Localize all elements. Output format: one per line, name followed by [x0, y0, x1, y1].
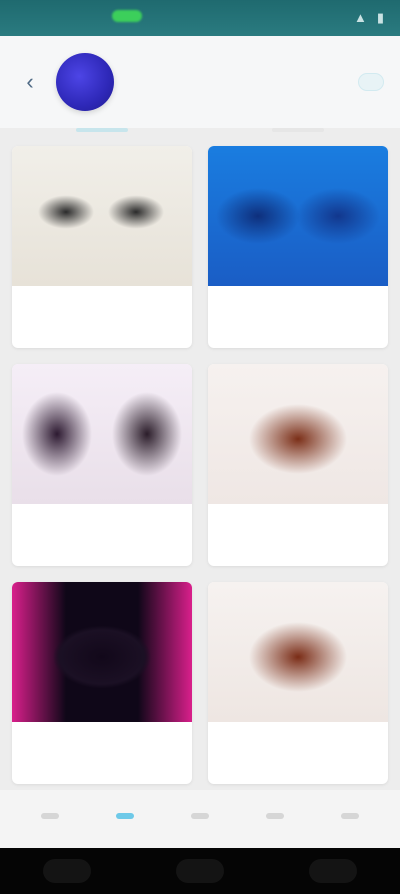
- back-button[interactable]: ‹: [16, 68, 44, 96]
- product-image: [208, 364, 388, 504]
- status-indicator: [112, 10, 142, 22]
- product-info: [12, 286, 192, 348]
- follow-button[interactable]: [358, 73, 384, 91]
- system-recents-button[interactable]: [309, 859, 358, 883]
- product-info: [208, 286, 388, 348]
- tab-left[interactable]: [76, 128, 128, 132]
- product-image: [12, 146, 192, 286]
- product-card[interactable]: [12, 364, 192, 566]
- title-block: [126, 79, 358, 85]
- system-back-button[interactable]: [42, 859, 91, 883]
- bottom-nav-item[interactable]: [243, 798, 307, 840]
- product-card[interactable]: [12, 582, 192, 784]
- product-caption: [22, 514, 182, 546]
- product-card[interactable]: [208, 582, 388, 784]
- product-caption: [218, 732, 378, 764]
- product-info: [12, 722, 192, 784]
- product-image: [208, 582, 388, 722]
- bottom-nav-item[interactable]: [168, 798, 232, 840]
- product-grid: [12, 146, 388, 784]
- system-home-button[interactable]: [175, 859, 224, 883]
- product-info: [208, 722, 388, 784]
- product-info: [12, 504, 192, 566]
- bottom-nav-item[interactable]: [318, 798, 382, 840]
- product-card[interactable]: [208, 146, 388, 348]
- product-caption: [218, 296, 378, 328]
- avatar[interactable]: [56, 53, 114, 111]
- tab-right[interactable]: [272, 128, 324, 132]
- product-image: [12, 364, 192, 504]
- bottom-nav-item[interactable]: [18, 798, 82, 840]
- status-icons: ▲ ▮: [354, 10, 384, 26]
- product-card[interactable]: [208, 364, 388, 566]
- product-caption: [218, 514, 378, 546]
- back-arrow-icon: ‹: [26, 69, 34, 94]
- nav-icon: [190, 813, 209, 819]
- profile-header: ‹: [0, 36, 400, 128]
- nav-icon: [266, 813, 285, 819]
- product-image: [12, 582, 192, 722]
- nav-icon: [40, 813, 59, 819]
- product-info: [208, 504, 388, 566]
- status-bar: ▲ ▮: [0, 0, 400, 36]
- product-caption: [22, 732, 182, 764]
- bottom-nav: [0, 790, 400, 848]
- battery-icon: ▮: [376, 10, 384, 25]
- product-caption: [22, 296, 182, 328]
- product-card[interactable]: [12, 146, 192, 348]
- system-nav-bar: [0, 848, 400, 894]
- nav-icon: [115, 813, 134, 819]
- wifi-icon: ▲: [353, 10, 367, 25]
- tab-row: [0, 128, 400, 142]
- bottom-nav-item-active[interactable]: [93, 798, 157, 840]
- nav-icon: [341, 813, 360, 819]
- product-image: [208, 146, 388, 286]
